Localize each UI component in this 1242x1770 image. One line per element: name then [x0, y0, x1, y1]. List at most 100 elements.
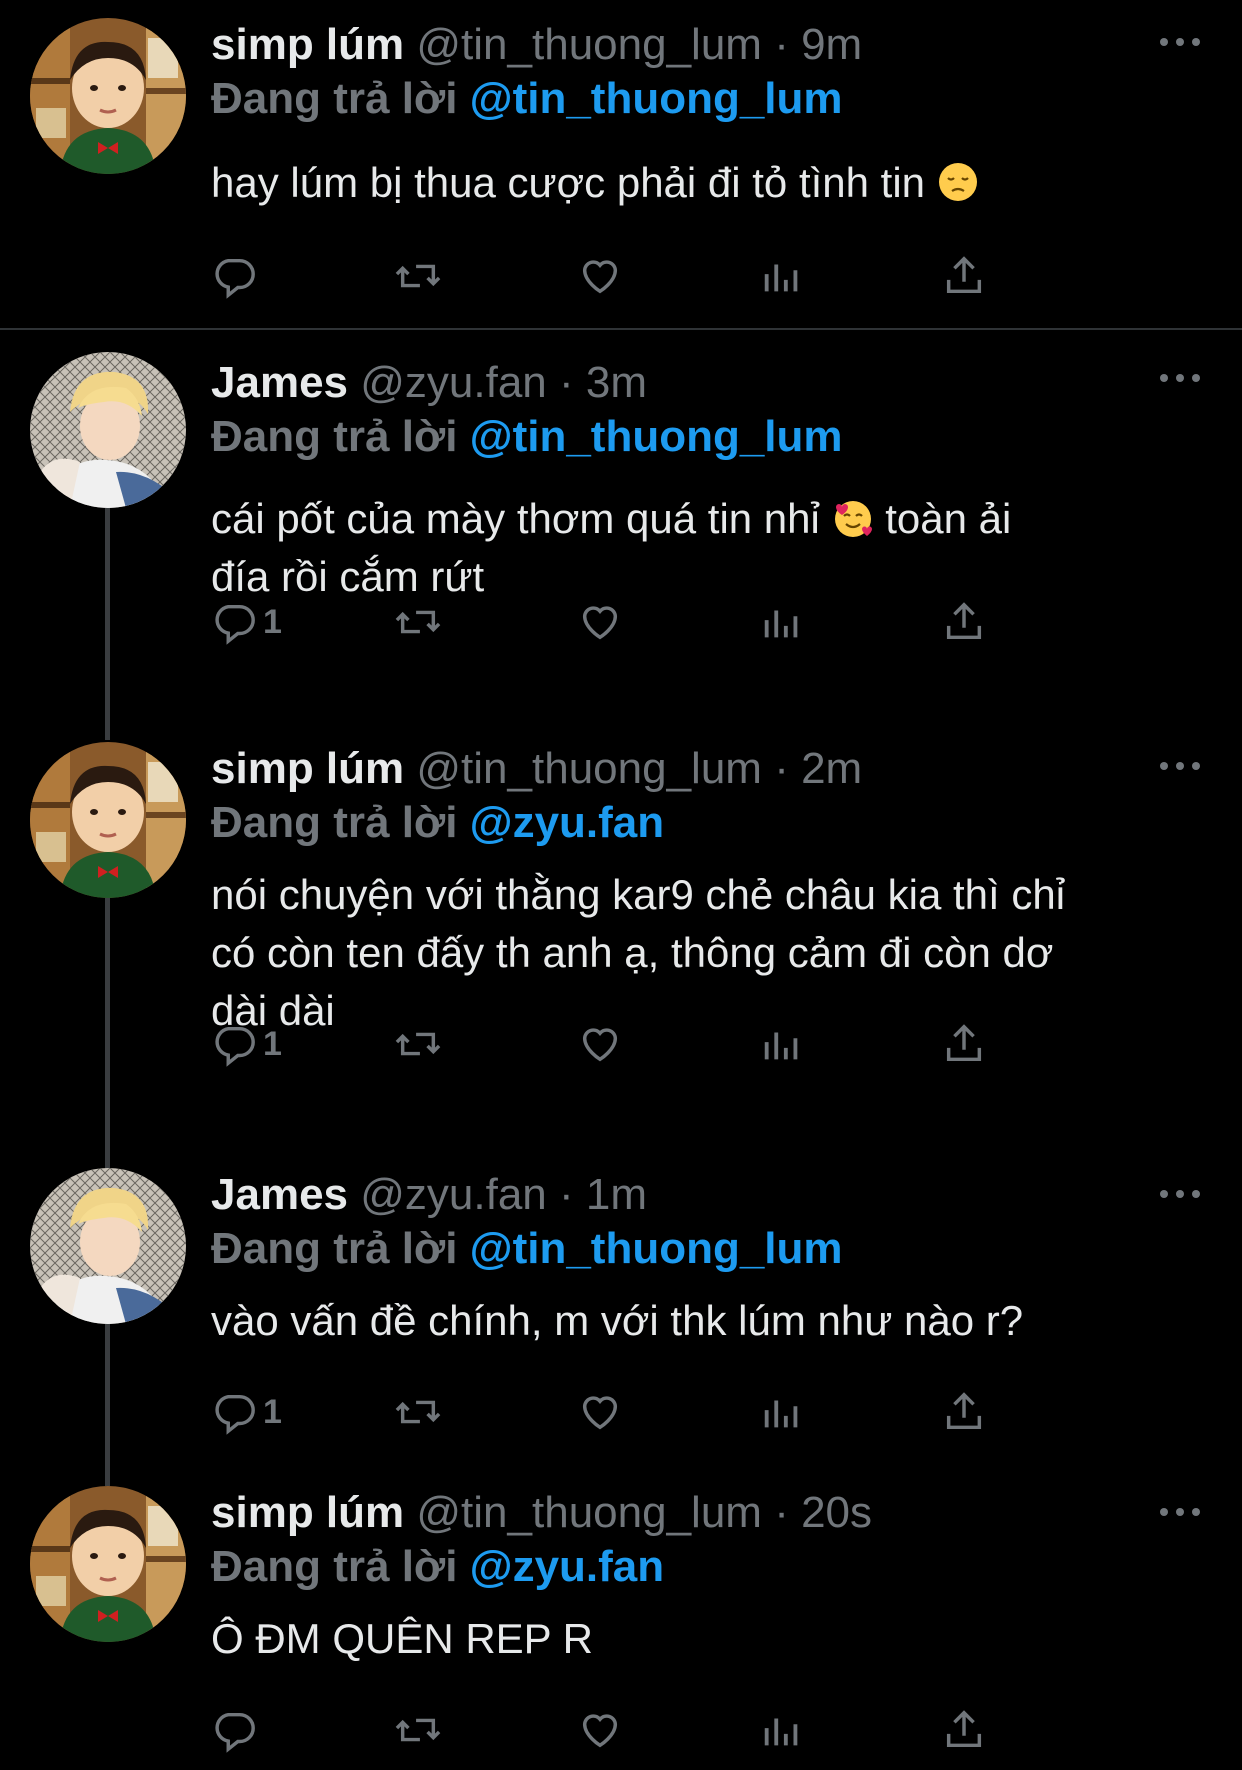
mention-link[interactable]: @tin_thuong_lum	[470, 412, 843, 461]
mention-link[interactable]: @zyu.fan	[470, 1542, 664, 1591]
handle[interactable]: @tin_thuong_lum	[416, 744, 762, 793]
avatar[interactable]	[30, 1168, 186, 1324]
thread-line	[105, 898, 110, 1170]
share-button[interactable]	[941, 246, 987, 306]
timestamp[interactable]: 9m	[801, 20, 862, 69]
tweet-3[interactable]: simp lúm @tin_thuong_lum · 2m Đang trả l…	[0, 742, 1242, 1170]
share-button[interactable]	[941, 1700, 987, 1760]
retweet-icon	[395, 1400, 441, 1424]
tweet-divider	[0, 328, 1242, 330]
boy-avatar-image	[30, 18, 186, 174]
retweet-button[interactable]	[393, 1700, 443, 1760]
thread-line	[105, 508, 110, 740]
share-button[interactable]	[941, 1014, 987, 1074]
retweet-button[interactable]	[393, 1382, 443, 1442]
views-icon	[764, 264, 798, 292]
replying-to: Đang trả lời @tin_thuong_lum	[211, 72, 843, 126]
action-bar	[211, 1700, 1211, 1760]
reply-count: 1	[263, 602, 282, 641]
tweet-header: simp lúm @tin_thuong_lum · 20s	[211, 1486, 872, 1540]
more-icon[interactable]	[1158, 372, 1202, 384]
views-button[interactable]	[759, 592, 805, 652]
handle[interactable]: @tin_thuong_lum	[416, 20, 762, 69]
retweet-icon	[395, 1032, 441, 1056]
mention-link[interactable]: @zyu.fan	[470, 798, 664, 847]
reply-button[interactable]: 1	[211, 1014, 282, 1074]
display-name[interactable]: James	[211, 358, 348, 407]
retweet-button[interactable]	[393, 246, 443, 306]
tweet-text-content: vào vấn đề chính, m với thk lúm như nào …	[211, 1297, 1024, 1344]
views-button[interactable]	[759, 1700, 805, 1760]
display-name[interactable]: James	[211, 1170, 348, 1219]
tweet-header: James @zyu.fan · 1m	[211, 1168, 647, 1222]
tweet-text-line: có còn ten đấy th anh ạ, thông cảm đi cò…	[211, 929, 1054, 976]
replying-to: Đang trả lời @tin_thuong_lum	[211, 1222, 843, 1276]
views-button[interactable]	[759, 1014, 805, 1074]
reply-icon	[215, 1712, 255, 1753]
separator: ·	[559, 1170, 574, 1219]
action-bar: 1	[211, 592, 1211, 652]
more-icon[interactable]	[1158, 1506, 1202, 1518]
like-button[interactable]	[577, 246, 623, 306]
tweet-2[interactable]: James @zyu.fan · 3m Đang trả lời @tin_th…	[0, 352, 1242, 740]
like-icon	[582, 1396, 618, 1430]
timestamp[interactable]: 2m	[801, 744, 862, 793]
timestamp[interactable]: 20s	[801, 1488, 872, 1537]
separator: ·	[559, 358, 574, 407]
share-button[interactable]	[941, 1382, 987, 1442]
tweet-5[interactable]: simp lúm @tin_thuong_lum · 20s Đang trả …	[0, 1486, 1242, 1770]
share-icon	[946, 1710, 982, 1748]
tweet-header: James @zyu.fan · 3m	[211, 356, 647, 410]
like-button[interactable]	[577, 592, 623, 652]
like-button[interactable]	[577, 1700, 623, 1760]
tweet-text-line: nói chuyện với thằng kar9 chẻ châu kia t…	[211, 871, 1066, 918]
tweet-text-content: hay lúm bị thua cược phải đi tỏ tình tin	[211, 159, 926, 206]
reply-count: 1	[263, 1392, 282, 1431]
reply-button[interactable]: 1	[211, 1382, 282, 1442]
display-name[interactable]: simp lúm	[211, 20, 404, 69]
avatar[interactable]	[30, 18, 186, 174]
thread-line	[105, 1324, 110, 1486]
handle[interactable]: @zyu.fan	[360, 1170, 547, 1219]
timestamp[interactable]: 3m	[586, 358, 647, 407]
blond-avatar-image	[30, 352, 186, 508]
handle[interactable]: @tin_thuong_lum	[416, 1488, 762, 1537]
timestamp[interactable]: 1m	[586, 1170, 647, 1219]
pensive-face-emoji-icon	[938, 163, 977, 201]
tweet-1[interactable]: simp lúm @tin_thuong_lum · 9m Đang trả l…	[0, 0, 1242, 330]
tweet-text: hay lúm bị thua cược phải đi tỏ tình tin	[211, 154, 1211, 212]
tweet-text: cái pốt của mày thơm quá tin nhỉ toàn ải…	[211, 490, 1211, 606]
reply-icon	[215, 1394, 255, 1435]
retweet-icon	[395, 1718, 441, 1742]
retweet-button[interactable]	[393, 1014, 443, 1074]
views-button[interactable]	[759, 246, 805, 306]
replying-to-label: Đang trả lời	[211, 1542, 458, 1591]
more-icon[interactable]	[1158, 760, 1202, 772]
separator: ·	[774, 20, 789, 69]
replying-to-label: Đang trả lời	[211, 798, 458, 847]
like-button[interactable]	[577, 1014, 623, 1074]
mention-link[interactable]: @tin_thuong_lum	[470, 74, 843, 123]
mention-link[interactable]: @tin_thuong_lum	[470, 1224, 843, 1273]
tweet-4[interactable]: James @zyu.fan · 1m Đang trả lời @tin_th…	[0, 1168, 1242, 1486]
avatar[interactable]	[30, 742, 186, 898]
more-icon[interactable]	[1158, 36, 1202, 48]
avatar[interactable]	[30, 352, 186, 508]
reply-icon	[215, 604, 255, 645]
views-icon	[764, 610, 798, 638]
reply-button[interactable]: 1	[211, 592, 282, 652]
share-button[interactable]	[941, 592, 987, 652]
views-button[interactable]	[759, 1382, 805, 1442]
reply-button[interactable]	[211, 246, 263, 306]
like-button[interactable]	[577, 1382, 623, 1442]
display-name[interactable]: simp lúm	[211, 1488, 404, 1537]
reply-button[interactable]	[211, 1700, 263, 1760]
replying-to-label: Đang trả lời	[211, 412, 458, 461]
share-icon	[946, 1392, 982, 1430]
views-icon	[764, 1718, 798, 1746]
display-name[interactable]: simp lúm	[211, 744, 404, 793]
handle[interactable]: @zyu.fan	[360, 358, 547, 407]
more-icon[interactable]	[1158, 1188, 1202, 1200]
retweet-button[interactable]	[393, 592, 443, 652]
avatar[interactable]	[30, 1486, 186, 1642]
